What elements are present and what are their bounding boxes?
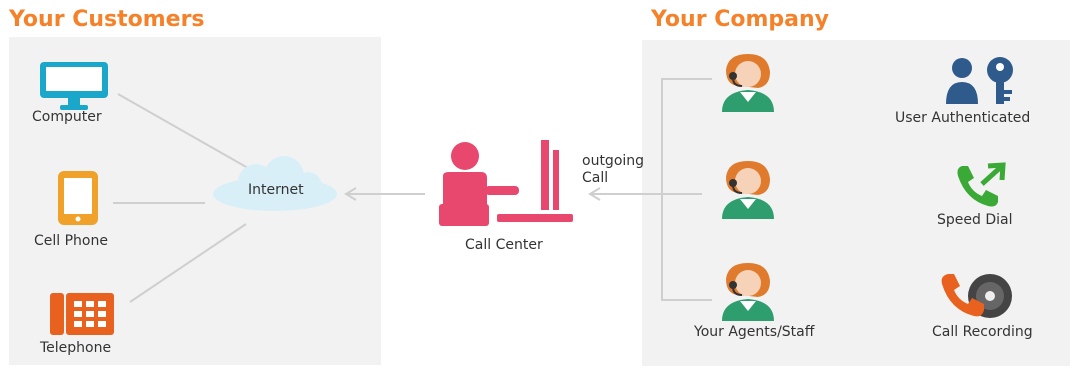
telephone-label: Telephone — [40, 340, 112, 356]
call-recording-label: Call Recording — [932, 324, 1033, 340]
headset-agent-icon — [718, 157, 794, 219]
speed-dial-phone-icon — [952, 162, 1012, 208]
user-authenticated-label: User Authenticated — [895, 110, 1031, 126]
computer-icon — [38, 60, 110, 112]
telephone-icon — [48, 289, 116, 337]
cell-phone-label: Cell Phone — [34, 233, 108, 249]
user-key-icon — [944, 56, 1020, 106]
headset-agent-icon — [718, 50, 794, 112]
telephone-to-internet-line — [129, 223, 247, 303]
cell-phone-icon — [56, 170, 100, 226]
call-label: Call — [582, 170, 609, 186]
speed-dial-label: Speed Dial — [937, 212, 1013, 228]
call-recording-icon — [938, 272, 1018, 320]
outgoing-label: outgoing — [582, 153, 645, 169]
agents-bracket — [661, 78, 712, 301]
headset-agent-icon — [718, 259, 794, 321]
call-center-agent-icon — [433, 138, 578, 230]
computer-label: Computer — [32, 109, 102, 125]
internet-label: Internet — [248, 182, 304, 198]
agents-label: Your Agents/Staff — [694, 324, 815, 340]
call-center-label: Call Center — [465, 237, 543, 253]
